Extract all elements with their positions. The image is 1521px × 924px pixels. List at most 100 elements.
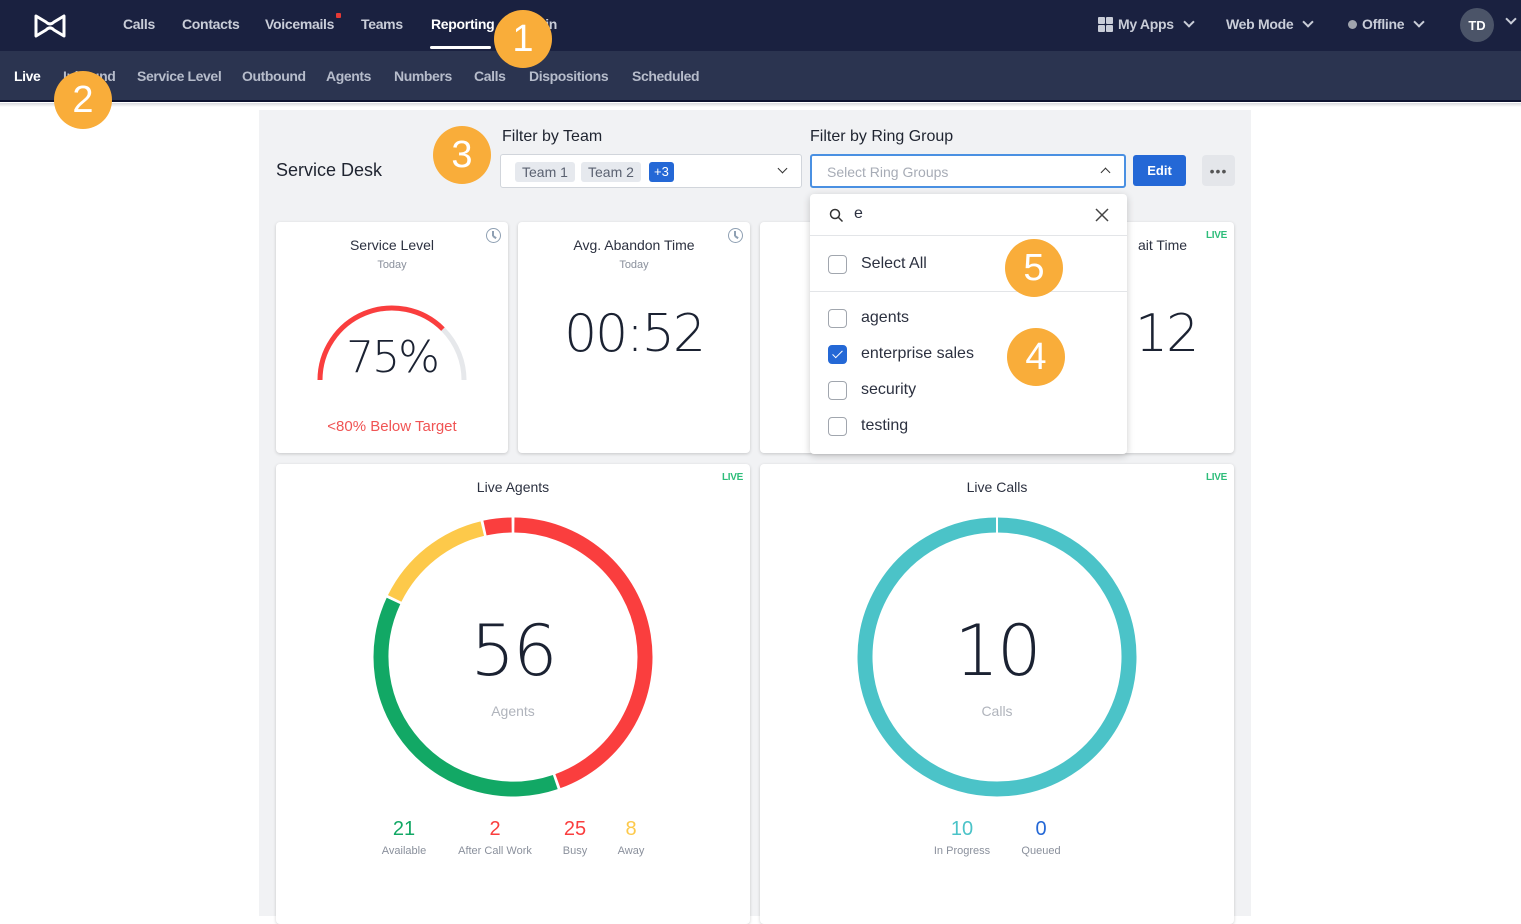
filter-ring-group-label: Filter by Ring Group bbox=[810, 128, 954, 145]
edit-button[interactable]: Edit bbox=[1133, 155, 1186, 186]
service-level-value: 75% bbox=[346, 332, 440, 383]
active-nav-underline bbox=[430, 46, 491, 49]
ring-group-option-enterprise-sales[interactable]: enterprise sales bbox=[828, 344, 974, 364]
stat-in-progress: 10 In Progress bbox=[930, 818, 994, 857]
live-badge: LIVE bbox=[1206, 472, 1228, 483]
nav-calls[interactable]: Calls bbox=[123, 16, 155, 32]
reporting-subnav: Live Inbound Service Level Outbound Agen… bbox=[0, 51, 1521, 102]
live-calls-total: 10 bbox=[954, 610, 1041, 692]
search-input-value[interactable]: e bbox=[854, 205, 863, 223]
subnav-numbers[interactable]: Numbers bbox=[394, 68, 452, 84]
more-options-button[interactable]: ••• bbox=[1202, 155, 1235, 186]
select-all-option[interactable]: Select All bbox=[828, 254, 927, 274]
app-logo-icon[interactable] bbox=[32, 12, 68, 40]
checkbox[interactable] bbox=[828, 416, 847, 436]
annotation-marker-5: 5 bbox=[1005, 239, 1063, 297]
stat-value: 0 bbox=[1035, 818, 1047, 840]
live-calls-card: Live Calls LIVE 10 Calls bbox=[760, 464, 1234, 924]
page-title: Service Desk bbox=[276, 160, 383, 180]
team-filter-select[interactable]: Team 1 Team 2 +3 bbox=[500, 154, 802, 188]
filter-team-label: Filter by Team bbox=[502, 128, 603, 145]
annotation-marker-3: 3 bbox=[433, 126, 491, 184]
live-badge: LIVE bbox=[1206, 230, 1228, 241]
wait-time-value: 12 bbox=[1135, 304, 1199, 364]
ring-group-placeholder: Select Ring Groups bbox=[827, 164, 949, 180]
service-level-card: Service Level Today 75% <80% Below Targe… bbox=[276, 222, 508, 453]
subnav-shadow bbox=[0, 103, 1521, 107]
avg-abandon-value: 00:52 bbox=[564, 304, 706, 364]
chevron-down-icon bbox=[1302, 16, 1315, 28]
option-label: agents bbox=[861, 309, 910, 326]
card-title: ait Time bbox=[1138, 237, 1188, 253]
checkbox[interactable] bbox=[828, 254, 847, 274]
card-title: Live Calls bbox=[966, 479, 1028, 495]
subnav-service-level[interactable]: Service Level bbox=[137, 68, 222, 84]
option-label: testing bbox=[861, 417, 909, 434]
subnav-calls[interactable]: Calls bbox=[474, 68, 506, 84]
option-label: Select All bbox=[861, 255, 927, 272]
avg-abandon-time-card: Avg. Abandon Time Today 00:52 bbox=[518, 222, 750, 453]
search-icon bbox=[829, 208, 844, 223]
option-label: enterprise sales bbox=[861, 345, 974, 362]
stat-value: 2 bbox=[489, 818, 501, 840]
my-apps-label: My Apps bbox=[1118, 16, 1174, 32]
card-title: Service Level bbox=[349, 237, 435, 253]
donut-segment-after-call-work bbox=[483, 517, 512, 536]
service-level-target: <80% Below Target bbox=[327, 418, 457, 435]
voicemail-notification-dot bbox=[336, 13, 341, 18]
live-calls-unit: Calls bbox=[981, 703, 1013, 719]
stat-available: 21 Available bbox=[380, 818, 428, 857]
stat-label: Away bbox=[617, 845, 645, 857]
top-navigation-bar: Calls Contacts Voicemails Teams Reportin… bbox=[0, 0, 1521, 51]
user-avatar[interactable]: TD bbox=[1460, 8, 1494, 42]
clear-search-icon[interactable] bbox=[1095, 208, 1109, 222]
stat-after-call-work: 2 After Call Work bbox=[455, 818, 535, 857]
team-more-count-badge: +3 bbox=[649, 162, 674, 182]
donut-segment-away bbox=[387, 521, 485, 602]
apps-grid-icon bbox=[1098, 16, 1113, 32]
live-agents-total: 56 bbox=[470, 610, 557, 692]
checkbox[interactable] bbox=[828, 308, 847, 328]
live-badge: LIVE bbox=[722, 472, 744, 483]
status-label: Offline bbox=[1362, 16, 1405, 32]
stat-value: 25 bbox=[563, 818, 587, 840]
ring-group-option-security[interactable]: security bbox=[828, 380, 916, 400]
card-subtitle: Today bbox=[619, 259, 649, 271]
annotation-marker-4: 4 bbox=[1007, 328, 1065, 386]
subnav-agents[interactable]: Agents bbox=[326, 68, 371, 84]
chevron-up-icon bbox=[1100, 167, 1111, 178]
divider bbox=[810, 291, 1127, 292]
my-apps-menu[interactable]: My Apps bbox=[1098, 16, 1195, 32]
stat-busy: 25 Busy bbox=[560, 818, 590, 857]
ring-group-option-agents[interactable]: agents bbox=[828, 308, 909, 328]
stat-queued: 0 Queued bbox=[1018, 818, 1064, 857]
nav-reporting[interactable]: Reporting bbox=[431, 16, 495, 32]
stat-label: In Progress bbox=[933, 845, 991, 857]
team-chip[interactable]: Team 2 bbox=[581, 162, 641, 182]
subnav-live[interactable]: Live bbox=[14, 68, 41, 84]
stat-label: Queued bbox=[1021, 845, 1061, 857]
subnav-dispositions[interactable]: Dispositions bbox=[529, 68, 609, 84]
chevron-down-icon[interactable] bbox=[1505, 13, 1517, 25]
nav-voicemails[interactable]: Voicemails bbox=[265, 16, 334, 32]
annotation-marker-2: 2 bbox=[54, 71, 112, 129]
ring-group-option-testing[interactable]: testing bbox=[828, 416, 908, 436]
ring-group-search-field[interactable]: e bbox=[810, 194, 1127, 236]
team-chip[interactable]: Team 1 bbox=[515, 162, 575, 182]
chevron-down-icon bbox=[1183, 16, 1195, 28]
subnav-scheduled[interactable]: Scheduled bbox=[632, 68, 700, 84]
web-mode-menu[interactable]: Web Mode bbox=[1226, 16, 1315, 32]
ring-group-filter-select[interactable]: Select Ring Groups bbox=[810, 154, 1126, 188]
nav-contacts[interactable]: Contacts bbox=[182, 16, 240, 32]
subnav-outbound[interactable]: Outbound bbox=[242, 68, 306, 84]
card-title: Live Agents bbox=[476, 479, 550, 495]
stat-value: 10 bbox=[950, 818, 974, 840]
presence-status-menu[interactable]: Offline bbox=[1348, 16, 1425, 32]
checkbox-checked[interactable] bbox=[828, 344, 847, 364]
status-dot-icon bbox=[1348, 19, 1357, 29]
nav-teams[interactable]: Teams bbox=[361, 16, 403, 32]
card-subtitle: Today bbox=[377, 259, 407, 271]
checkbox[interactable] bbox=[828, 380, 847, 400]
annotation-marker-1: 1 bbox=[494, 10, 552, 68]
stat-away: 8 Away bbox=[614, 818, 648, 857]
